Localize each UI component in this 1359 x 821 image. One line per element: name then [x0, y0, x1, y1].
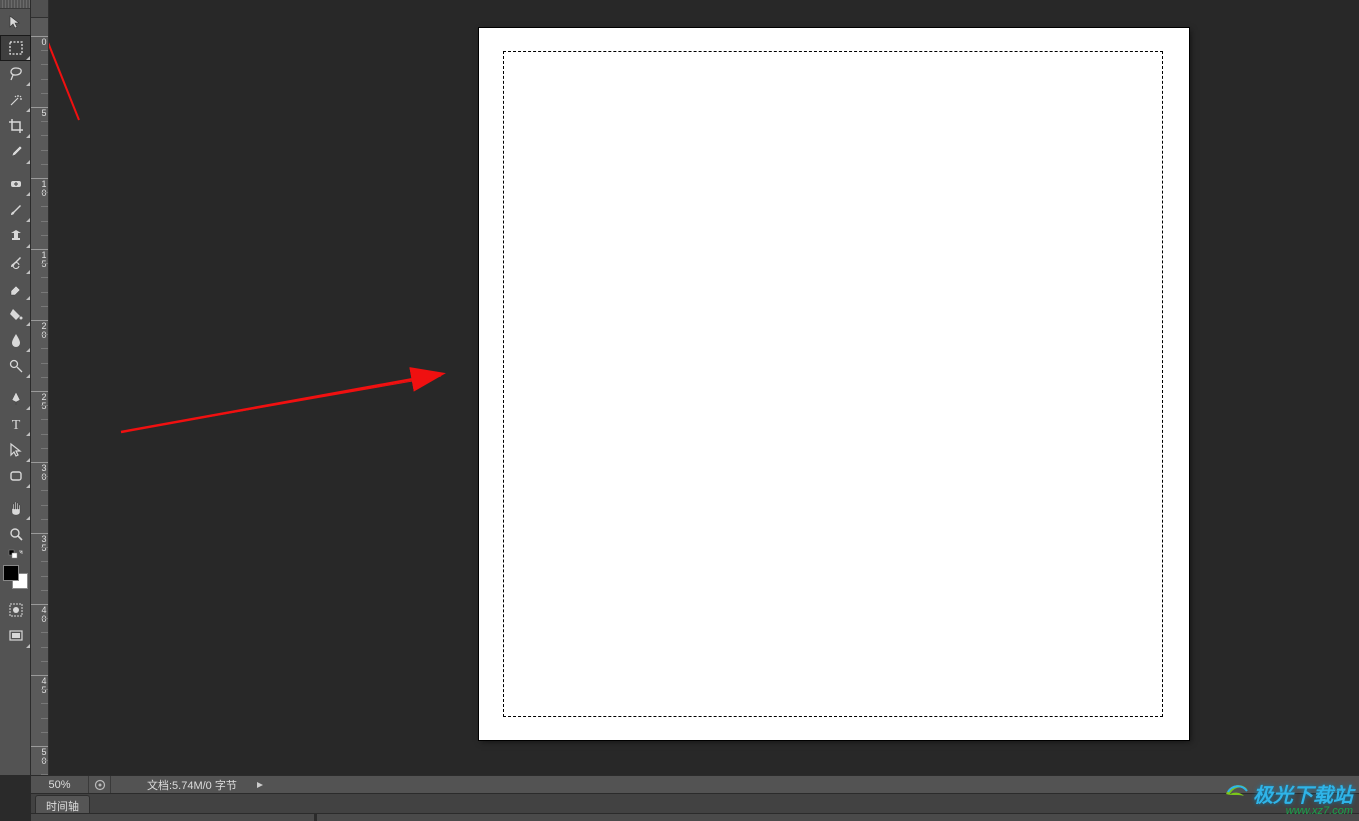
panel-divider[interactable]	[314, 813, 317, 821]
spot-healing-brush-tool[interactable]	[0, 171, 31, 197]
status-flyout-icon[interactable]	[251, 781, 269, 789]
crop-tool[interactable]	[0, 113, 31, 139]
bottom-strip	[31, 813, 1359, 821]
gradient-tool[interactable]	[0, 301, 31, 327]
ruler-tick: 15	[31, 249, 48, 268]
ruler-tick: 40	[31, 604, 48, 623]
ruler-tick: 0	[31, 36, 48, 46]
zoom-level[interactable]: 50%	[31, 776, 89, 793]
rectangular-marquee-tool[interactable]	[0, 35, 31, 61]
pen-tool[interactable]	[0, 385, 31, 411]
eraser-tool[interactable]	[0, 275, 31, 301]
screen-mode-toggle[interactable]	[0, 623, 31, 649]
status-bar: 50% 文档:5.74M/0 字节	[31, 775, 1359, 793]
tab-timeline[interactable]: 时间轴	[35, 795, 90, 813]
toolbox-grip[interactable]	[0, 0, 30, 9]
history-brush-tool[interactable]	[0, 249, 31, 275]
blur-tool[interactable]	[0, 327, 31, 353]
eyedropper-tool[interactable]	[0, 139, 31, 165]
lasso-tool[interactable]	[0, 61, 31, 87]
color-swatch[interactable]	[0, 563, 31, 591]
move-tool[interactable]	[0, 9, 31, 35]
ruler-tick: 10	[31, 178, 48, 197]
bottom-panel-tabs: 时间轴	[31, 793, 1359, 813]
ruler-tick: 50	[31, 746, 48, 765]
dodge-tool[interactable]	[0, 353, 31, 379]
ruler-tick: 20	[31, 320, 48, 339]
hand-tool[interactable]	[0, 495, 31, 521]
vertical-ruler[interactable]: 0 5 10 15 20 25 30 35 40 45 50	[31, 0, 49, 775]
type-tool[interactable]: T	[0, 411, 31, 437]
brush-tool[interactable]	[0, 197, 31, 223]
ruler-tick: 45	[31, 675, 48, 694]
annotation-arrow-icon	[49, 0, 549, 500]
magic-wand-tool[interactable]	[0, 87, 31, 113]
ruler-tick: 30	[31, 462, 48, 481]
zoom-tool[interactable]	[0, 521, 31, 547]
quick-mask-mode-toggle[interactable]	[0, 597, 31, 623]
canvas-area[interactable]	[49, 0, 1359, 775]
rectangle-tool[interactable]	[0, 463, 31, 489]
ruler-tick: 25	[31, 391, 48, 410]
foreground-color-swatch[interactable]	[3, 565, 19, 581]
path-selection-tool[interactable]	[0, 437, 31, 463]
svg-text:T: T	[11, 418, 20, 432]
clone-stamp-tool[interactable]	[0, 223, 31, 249]
ruler-tick: 35	[31, 533, 48, 552]
status-preview-icon[interactable]	[89, 776, 111, 793]
ruler-origin-corner[interactable]	[31, 0, 49, 18]
default-colors-icon[interactable]	[0, 547, 31, 561]
toolbox: T	[0, 0, 31, 775]
document-info[interactable]: 文档:5.74M/0 字节	[111, 777, 251, 793]
ruler-tick: 5	[31, 107, 48, 117]
document-canvas[interactable]	[479, 28, 1189, 740]
